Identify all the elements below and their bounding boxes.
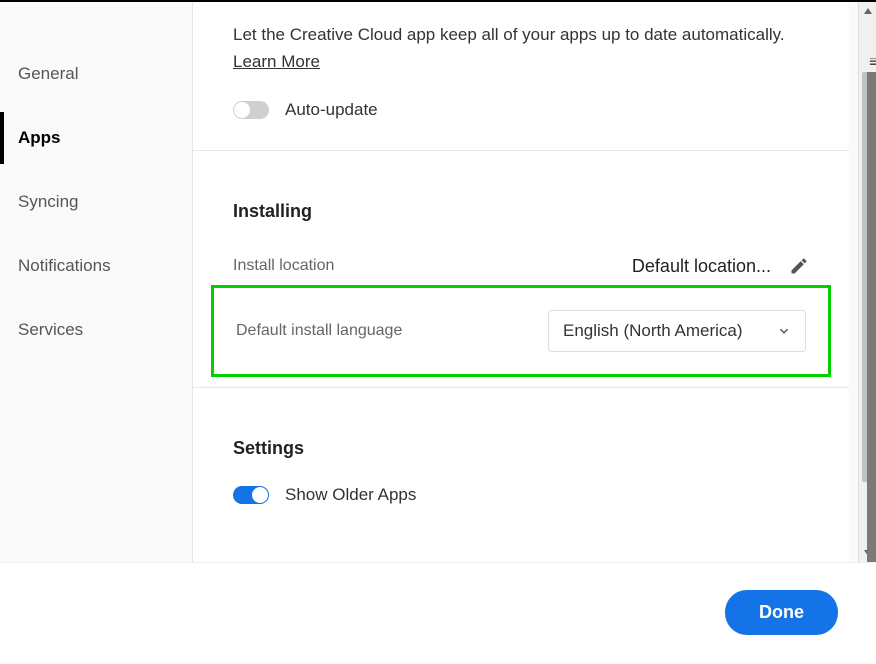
language-highlight: Default install language English (North …: [211, 285, 831, 377]
installing-section: Installing Install location Default loca…: [193, 151, 849, 388]
installing-title: Installing: [233, 201, 809, 222]
preferences-dialog: General Apps Syncing Notifications Servi…: [0, 2, 876, 664]
install-language-value: English (North America): [563, 321, 743, 341]
updates-section: Let the Creative Cloud app keep all of y…: [193, 2, 849, 151]
install-location-row: Install location Default location...: [233, 248, 809, 285]
sidebar-item-apps[interactable]: Apps: [0, 106, 192, 170]
sidebar-item-syncing[interactable]: Syncing: [0, 170, 192, 234]
install-location-label: Install location: [233, 257, 334, 275]
done-button[interactable]: Done: [725, 590, 838, 635]
install-language-select[interactable]: English (North America): [548, 310, 806, 352]
toggle-knob: [234, 102, 250, 118]
window-shadow: [867, 72, 876, 562]
window-edge-icon: ≡: [869, 58, 876, 72]
sidebar-item-notifications[interactable]: Notifications: [0, 234, 192, 298]
install-language-row: Default install language English (North …: [236, 310, 806, 352]
settings-section: Settings Show Older Apps: [193, 388, 849, 535]
show-older-apps-label: Show Older Apps: [285, 485, 416, 505]
show-older-apps-toggle[interactable]: [233, 486, 269, 504]
install-location-value: Default location...: [632, 256, 771, 277]
scroll-up-icon[interactable]: [859, 2, 876, 20]
toggle-knob: [252, 487, 268, 503]
sidebar-item-general[interactable]: General: [0, 42, 192, 106]
sidebar: General Apps Syncing Notifications Servi…: [0, 2, 192, 562]
learn-more-link[interactable]: Learn More: [233, 52, 320, 72]
chevron-down-icon: [777, 324, 791, 338]
main-content: Let the Creative Cloud app keep all of y…: [192, 2, 849, 562]
settings-title: Settings: [233, 438, 809, 459]
install-language-label: Default install language: [236, 322, 402, 340]
auto-update-toggle[interactable]: [233, 101, 269, 119]
dialog-footer: Done: [0, 562, 876, 662]
auto-update-label: Auto-update: [285, 100, 378, 120]
edit-icon[interactable]: [789, 256, 809, 276]
auto-update-description: Let the Creative Cloud app keep all of y…: [233, 22, 809, 48]
sidebar-item-services[interactable]: Services: [0, 298, 192, 362]
